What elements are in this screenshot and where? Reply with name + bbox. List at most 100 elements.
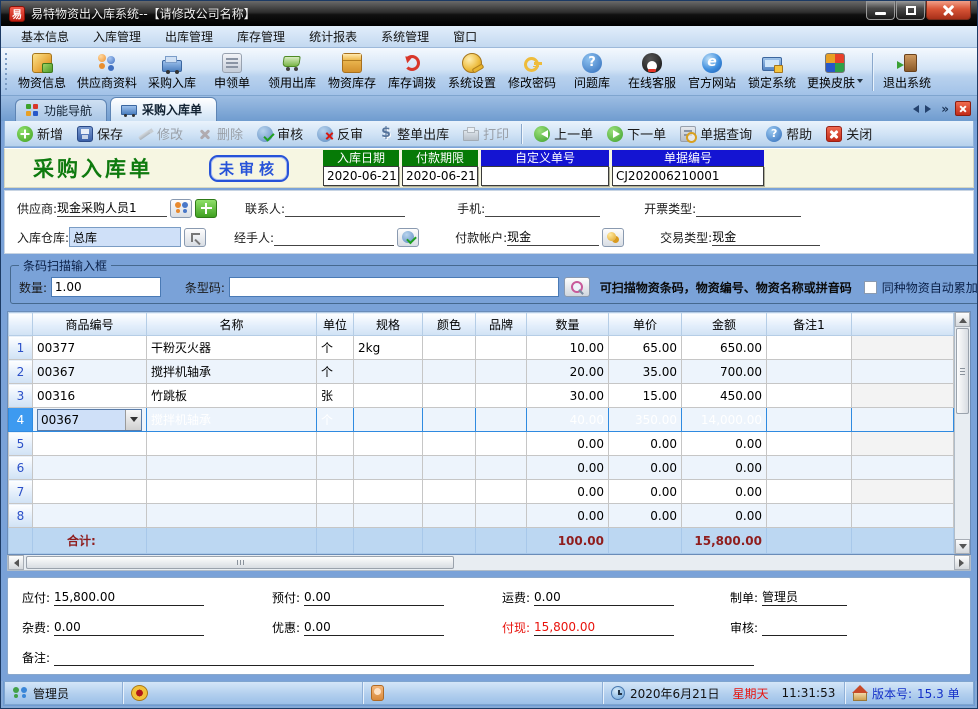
- menu-item[interactable]: 入库管理: [81, 25, 153, 48]
- cell-price[interactable]: 0.00: [609, 432, 682, 456]
- cell-amount[interactable]: 14,000.00: [682, 408, 767, 432]
- form-toolbar-query-button[interactable]: 单据查询: [674, 121, 758, 146]
- cell-color[interactable]: [423, 480, 476, 504]
- cell-price[interactable]: 0.00: [609, 504, 682, 528]
- form-toolbar-edit-button[interactable]: 修改: [131, 121, 189, 146]
- cell-name[interactable]: 搅拌机轴承: [147, 360, 317, 384]
- cell-qty[interactable]: 30.00: [527, 384, 609, 408]
- row-number[interactable]: 8: [9, 504, 33, 528]
- vscroll-thumb[interactable]: [956, 328, 969, 414]
- cell-note1[interactable]: [767, 360, 852, 384]
- warehouse-input[interactable]: [69, 227, 181, 247]
- cell-code[interactable]: [33, 408, 147, 432]
- toolbar-purchase-in-button[interactable]: 采购入库: [142, 50, 202, 94]
- cell-spec[interactable]: [354, 480, 423, 504]
- maximize-button[interactable]: [896, 1, 925, 20]
- cell-amount[interactable]: 700.00: [682, 360, 767, 384]
- toolbar-requisition-button[interactable]: 申领单: [202, 50, 262, 94]
- tab-list-chevron-icon[interactable]: [941, 104, 949, 114]
- discount-value[interactable]: 0.00: [304, 619, 444, 636]
- cell-price[interactable]: 35.00: [609, 360, 682, 384]
- toolbar-stock-button[interactable]: 物资库存: [322, 50, 382, 94]
- cell-color[interactable]: [423, 384, 476, 408]
- tab-close-button[interactable]: [955, 101, 971, 116]
- cell-code[interactable]: 00377: [33, 336, 147, 360]
- cell-color[interactable]: [423, 456, 476, 480]
- hscroll-thumb[interactable]: [26, 556, 454, 569]
- doc-field-value[interactable]: 2020-06-21: [323, 166, 399, 186]
- menu-item[interactable]: 基本信息: [9, 25, 81, 48]
- cell-brand[interactable]: [476, 456, 527, 480]
- cell-color[interactable]: [423, 336, 476, 360]
- cell-spec[interactable]: [354, 432, 423, 456]
- misc-fee-value[interactable]: 0.00: [54, 619, 204, 636]
- cell-brand[interactable]: [476, 360, 527, 384]
- cell-code[interactable]: [33, 480, 147, 504]
- toolbar-supplier-button[interactable]: 供应商资料: [72, 50, 142, 94]
- cell-amount[interactable]: 0.00: [682, 432, 767, 456]
- doc-field-value[interactable]: CJ202006210001: [612, 166, 764, 186]
- cell-note1[interactable]: [767, 432, 852, 456]
- scroll-down-button[interactable]: [955, 539, 970, 554]
- grid-row-7[interactable]: 70.000.000.00: [9, 480, 954, 504]
- freight-value[interactable]: 0.00: [534, 589, 674, 606]
- form-toolbar-audit-button[interactable]: 审核: [251, 121, 309, 146]
- tab-purchase-entry[interactable]: 采购入库单: [110, 97, 217, 121]
- cell-qty[interactable]: 0.00: [527, 504, 609, 528]
- cell-qty[interactable]: 0.00: [527, 480, 609, 504]
- cell-name[interactable]: [147, 480, 317, 504]
- toolbar-website-button[interactable]: 官方网站: [682, 50, 742, 94]
- row-number[interactable]: 4: [9, 408, 33, 432]
- close-window-button[interactable]: [926, 1, 971, 20]
- cell-name[interactable]: [147, 456, 317, 480]
- cell-color[interactable]: [423, 432, 476, 456]
- toolbar-online-service-button[interactable]: 在线客服: [622, 50, 682, 94]
- vscroll-track[interactable]: [955, 415, 970, 539]
- code-combo-editor[interactable]: [37, 409, 142, 431]
- toolbar-settings-button[interactable]: 系统设置: [442, 50, 502, 94]
- pay-account-value[interactable]: 现金: [507, 228, 599, 246]
- cell-name[interactable]: 干粉灭火器: [147, 336, 317, 360]
- form-toolbar-next-button[interactable]: 下一单: [601, 121, 672, 146]
- row-number[interactable]: 5: [9, 432, 33, 456]
- cell-spec[interactable]: [354, 456, 423, 480]
- combo-dropdown-button[interactable]: [125, 410, 141, 430]
- cell-price[interactable]: 15.00: [609, 384, 682, 408]
- cell-qty[interactable]: 40.00: [527, 408, 609, 432]
- row-number[interactable]: 6: [9, 456, 33, 480]
- menu-item[interactable]: 窗口: [441, 25, 489, 48]
- form-toolbar-save-button[interactable]: 保存: [71, 121, 129, 146]
- cell-code[interactable]: 00316: [33, 384, 147, 408]
- cell-price[interactable]: 65.00: [609, 336, 682, 360]
- cell-price[interactable]: 350.00: [609, 408, 682, 432]
- cell-color[interactable]: [423, 504, 476, 528]
- vertical-scrollbar[interactable]: [954, 312, 970, 554]
- toolbar-question-bank-button[interactable]: 问题库: [562, 50, 622, 94]
- cell-unit[interactable]: [317, 456, 354, 480]
- cell-amount[interactable]: 0.00: [682, 456, 767, 480]
- cell-spec[interactable]: [354, 408, 423, 432]
- cell-code[interactable]: 00367: [33, 360, 147, 384]
- cell-note1[interactable]: [767, 456, 852, 480]
- cell-unit[interactable]: [317, 480, 354, 504]
- scroll-up-button[interactable]: [955, 312, 970, 327]
- cell-amount[interactable]: 0.00: [682, 480, 767, 504]
- grid-row-3[interactable]: 300316竹跳板张30.0015.00450.00: [9, 384, 954, 408]
- menu-item[interactable]: 系统管理: [369, 25, 441, 48]
- row-number[interactable]: 1: [9, 336, 33, 360]
- toolbar-exit-button[interactable]: 退出系统: [877, 50, 937, 94]
- cell-name[interactable]: [147, 504, 317, 528]
- menu-item[interactable]: 出库管理: [153, 25, 225, 48]
- cell-note1[interactable]: [767, 408, 852, 432]
- supplier-value[interactable]: 现金采购人员1: [57, 199, 167, 217]
- cell-qty[interactable]: 10.00: [527, 336, 609, 360]
- cash-paid-value[interactable]: 15,800.00: [534, 619, 674, 636]
- cell-qty[interactable]: 20.00: [527, 360, 609, 384]
- handler-value[interactable]: [274, 228, 394, 246]
- tab-scroll-right-icon[interactable]: [925, 105, 935, 113]
- cell-amount[interactable]: 650.00: [682, 336, 767, 360]
- doc-field-value[interactable]: 2020-06-21: [402, 166, 478, 186]
- cell-unit[interactable]: [317, 504, 354, 528]
- grid-row-1[interactable]: 100377干粉灭火器个2kg10.0065.00650.00: [9, 336, 954, 360]
- cell-unit[interactable]: 张: [317, 384, 354, 408]
